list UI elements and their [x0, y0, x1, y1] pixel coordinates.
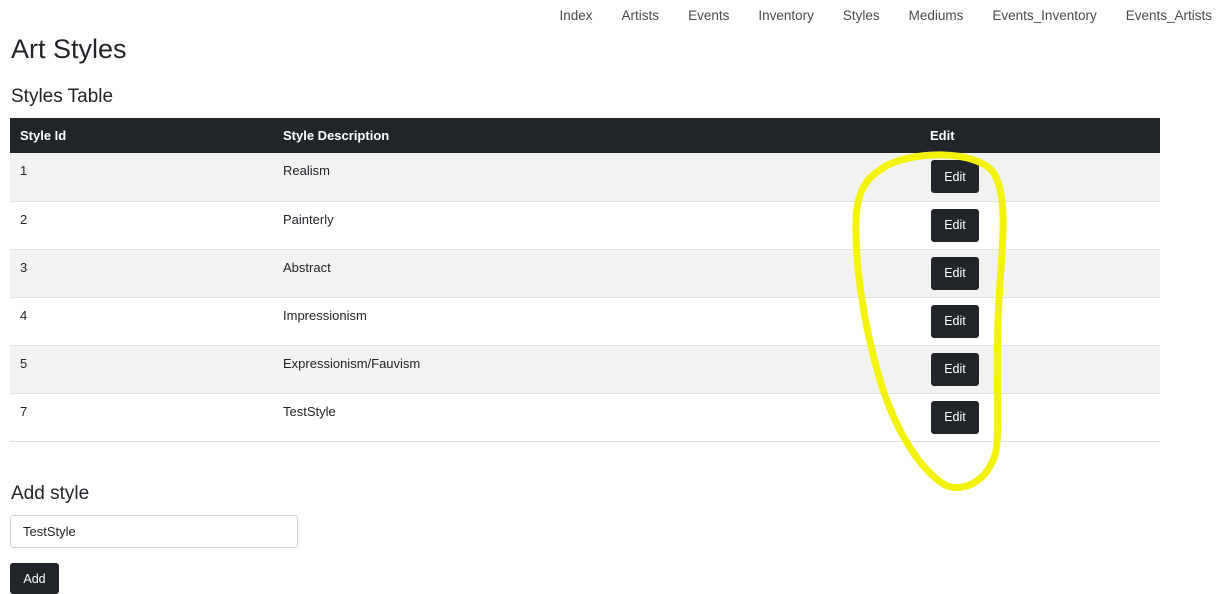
nav-link-index[interactable]: Index	[560, 8, 593, 23]
style-name-input[interactable]	[10, 515, 298, 548]
styles-table-title: Styles Table	[11, 86, 114, 107]
table-row: 1 Realism Edit	[10, 153, 1160, 202]
edit-button[interactable]: Edit	[931, 304, 979, 338]
table-row: 2 Painterly Edit	[10, 201, 1160, 250]
style-id-cell: 7	[10, 393, 273, 442]
style-description-cell: TestStyle	[273, 393, 920, 442]
add-button[interactable]: Add	[10, 563, 59, 594]
style-description-cell: Realism	[273, 153, 920, 202]
nav-link-artists[interactable]: Artists	[622, 8, 660, 23]
edit-button[interactable]: Edit	[931, 352, 979, 386]
style-id-cell: 1	[10, 153, 273, 202]
nav-link-styles[interactable]: Styles	[843, 8, 880, 23]
header-edit: Edit	[920, 118, 1160, 153]
table-header-row: Style Id Style Description Edit	[10, 118, 1160, 153]
nav-link-inventory[interactable]: Inventory	[758, 8, 814, 23]
style-id-cell: 3	[10, 249, 273, 298]
style-id-cell: 2	[10, 201, 273, 250]
edit-button[interactable]: Edit	[931, 400, 979, 434]
top-nav: Index Artists Events Inventory Styles Me…	[560, 8, 1212, 23]
header-style-description: Style Description	[273, 118, 920, 153]
nav-link-events[interactable]: Events	[688, 8, 729, 23]
page-title: Art Styles	[11, 34, 127, 64]
style-description-cell: Abstract	[273, 249, 920, 298]
nav-link-events-artists[interactable]: Events_Artists	[1126, 8, 1212, 23]
style-description-cell: Painterly	[273, 201, 920, 250]
style-id-cell: 5	[10, 345, 273, 394]
nav-link-events-inventory[interactable]: Events_Inventory	[992, 8, 1096, 23]
style-description-cell: Expressionism/Fauvism	[273, 345, 920, 394]
style-description-cell: Impressionism	[273, 297, 920, 346]
edit-button[interactable]: Edit	[931, 256, 979, 290]
header-style-id: Style Id	[10, 118, 273, 153]
styles-table: Style Id Style Description Edit 1 Realis…	[10, 118, 1160, 442]
style-id-cell: 4	[10, 297, 273, 346]
edit-button[interactable]: Edit	[931, 208, 979, 242]
edit-button[interactable]: Edit	[931, 160, 979, 193]
table-row: 3 Abstract Edit	[10, 249, 1160, 298]
table-row: 7 TestStyle Edit	[10, 393, 1160, 442]
table-row: 4 Impressionism Edit	[10, 297, 1160, 346]
add-style-title: Add style	[11, 483, 90, 504]
table-row: 5 Expressionism/Fauvism Edit	[10, 345, 1160, 394]
nav-link-mediums[interactable]: Mediums	[909, 8, 964, 23]
